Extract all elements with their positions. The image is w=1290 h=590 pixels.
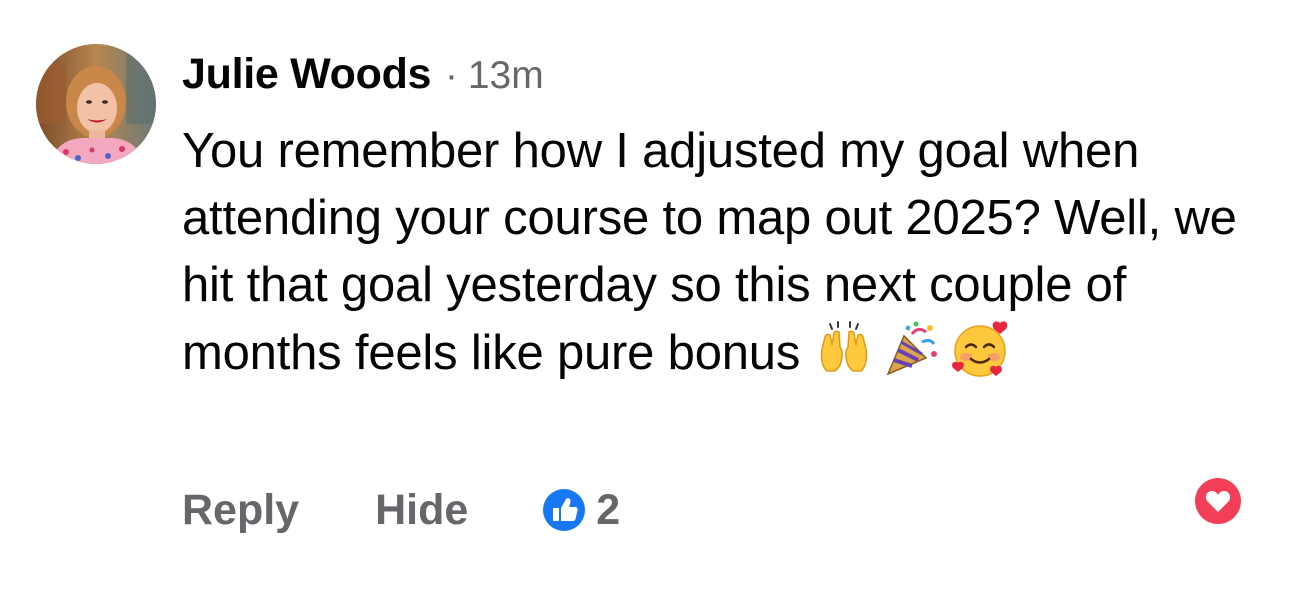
separator-dot: · xyxy=(445,55,458,97)
hide-button[interactable]: Hide xyxy=(375,486,468,535)
reaction-count: 2 xyxy=(596,485,621,534)
avatar-photo xyxy=(36,44,156,164)
love-react-button[interactable] xyxy=(1194,477,1242,525)
comment-header: Julie Woods · 13m xyxy=(182,50,544,106)
comment-actions: Reply Hide 2 xyxy=(182,482,620,538)
party-popper-emoji xyxy=(886,321,938,376)
heart-icon xyxy=(1195,478,1241,524)
reply-button[interactable]: Reply xyxy=(182,486,299,535)
avatar[interactable] xyxy=(36,44,156,164)
timestamp[interactable]: 13m xyxy=(468,54,544,98)
smiling-face-with-hearts-emoji xyxy=(952,321,1008,377)
comment-text: You remember how I adjusted my goal when… xyxy=(182,118,1252,387)
emoji-group xyxy=(816,319,1010,379)
author-name[interactable]: Julie Woods xyxy=(182,50,431,99)
like-thumbs-up-icon xyxy=(543,489,586,531)
comment-text-content: You remember how I adjusted my goal when… xyxy=(182,124,1237,380)
raising-hands-emoji xyxy=(820,321,868,372)
reactions-summary[interactable]: 2 xyxy=(542,486,620,535)
comment: Julie Woods · 13m You remember how I adj… xyxy=(0,0,1290,590)
